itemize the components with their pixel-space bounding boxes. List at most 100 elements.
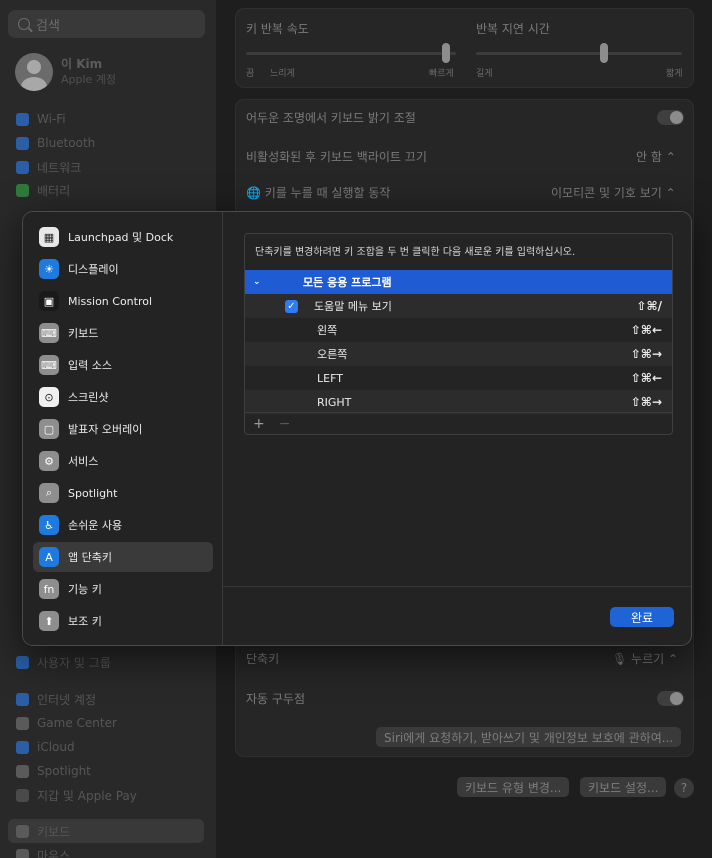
category-label: 앱 단축키 [68, 551, 112, 564]
category-label: 보조 키 [68, 615, 102, 628]
sidebar-item-label: Spotlight [37, 764, 91, 778]
siri-privacy-button[interactable]: Siri에게 요청하기, 받아쓰기 및 개인정보 보호에 관하여... [376, 727, 682, 747]
sidebar-item-label: 마우스 [37, 848, 71, 858]
sidebar-item[interactable]: Spotlight [16, 762, 91, 780]
sidebar-item[interactable]: Game Center [16, 714, 117, 732]
shortcut-keys[interactable]: ⇧⌘→ [631, 347, 662, 361]
category-item[interactable]: ⌨ 입력 소스 [33, 350, 213, 380]
repeat-delay-slider-knob[interactable] [599, 43, 608, 63]
category-item[interactable]: ▢ 발표자 오버레이 [33, 414, 213, 444]
shortcut-label: 도움말 메뉴 보기 [314, 300, 392, 313]
globe-key-label-row: 🌐 키를 누를 때 실행할 동작 [246, 184, 390, 201]
sidebar-item-icon [16, 788, 29, 802]
category-item[interactable]: ⬆ 보조 키 [33, 606, 213, 636]
sidebar-item-label: Game Center [37, 716, 117, 730]
remove-shortcut-button[interactable]: − [279, 416, 291, 432]
dictation-shortcut-popup[interactable]: 🎙 누르기 ⌃ [612, 650, 678, 667]
mission-control-icon: ▣ [39, 291, 59, 311]
category-label: 발표자 오버레이 [68, 423, 143, 436]
category-item[interactable]: ⚙ 서비스 [33, 446, 213, 476]
backlight-off-value: 안 함 [636, 150, 662, 164]
shortcut-keys[interactable]: ⇧⌘← [631, 323, 662, 337]
dictation-shortcut-value: 누르기 [631, 652, 665, 666]
search-field[interactable]: 검색 [8, 10, 205, 38]
sidebar-item[interactable]: iCloud [16, 738, 75, 756]
modifier-keys-icon: ⬆ [39, 611, 59, 631]
globe-key-popup[interactable]: 이모티콘 및 기호 보기 ⌃ [551, 184, 676, 201]
category-item[interactable]: ⌨ 키보드 [33, 318, 213, 348]
change-keyboard-type-button[interactable]: 키보드 유형 변경... [457, 777, 570, 797]
key-repeat-slider-knob[interactable] [441, 43, 450, 63]
category-item[interactable]: ⊙ 스크린샷 [33, 382, 213, 412]
user-name: 이 Kim [61, 57, 103, 71]
shortcut-label: RIGHT [317, 395, 352, 409]
backlight-label: 어두운 조명에서 키보드 밝기 조절 [246, 111, 416, 125]
sidebar-item-icon [16, 160, 29, 174]
category-label: Spotlight [68, 486, 118, 500]
category-item[interactable]: fn 기능 키 [33, 574, 213, 604]
sidebar-item-label: 키보드 [37, 824, 71, 839]
sidebar-item-label: 인터넷 계정 [37, 692, 97, 707]
globe-key-value: 이모티콘 및 기호 보기 [551, 186, 662, 200]
shortcut-row[interactable]: LEFT ⇧⌘← [245, 366, 672, 390]
help-button[interactable]: ? [674, 778, 694, 798]
backlight-off-label: 비활성화된 후 키보드 백라이트 끄기 [246, 150, 427, 164]
category-label: Launchpad 및 Dock [68, 231, 174, 244]
sidebar-item[interactable]: Wi-Fi [16, 110, 66, 128]
list-footer: + − [245, 412, 672, 434]
avatar[interactable] [15, 53, 53, 91]
category-item[interactable]: ☀ 디스플레이 [33, 254, 213, 284]
sidebar-item[interactable]: 키보드 [16, 822, 70, 840]
sidebar-item-icon [16, 764, 29, 778]
shortcut-row[interactable]: RIGHT ⇧⌘→ [245, 390, 672, 414]
sidebar-item-label: 네트워크 [37, 160, 82, 175]
sidebar-item[interactable]: 지갑 및 Apple Pay [16, 786, 137, 804]
search-icon [18, 18, 30, 30]
shortcut-row[interactable]: ✓ 도움말 메뉴 보기 ⇧⌘/ [245, 294, 672, 318]
key-repeat-title: 키 반복 속도 [246, 22, 309, 36]
category-item[interactable]: ♿ 손쉬운 사용 [33, 510, 213, 540]
sidebar-item-label: Bluetooth [37, 136, 96, 150]
spotlight-icon: ⌕ [39, 483, 59, 503]
sidebar-item-icon [16, 740, 29, 754]
repeat-delay-slider[interactable] [476, 52, 682, 55]
sidebar-item[interactable]: 배터리 [16, 181, 70, 199]
sidebar-item[interactable]: Bluetooth [16, 134, 95, 152]
key-repeat-slider[interactable] [246, 52, 456, 55]
sidebar-item[interactable]: 마우스 [16, 846, 70, 858]
sidebar-item-label: 지갑 및 Apple Pay [37, 788, 137, 803]
backlight-off-popup[interactable]: 안 함 ⌃ [636, 148, 676, 165]
sidebar-item-icon [16, 655, 29, 669]
category-item[interactable]: ▣ Mission Control [33, 286, 213, 316]
shortcut-keys[interactable]: ⇧⌘→ [631, 395, 662, 409]
dictation-shortcut-label: 단축키 [246, 652, 280, 666]
shortcut-keys[interactable]: ⇧⌘/ [636, 299, 662, 313]
shortcut-row[interactable]: 왼쪽 ⇧⌘← [245, 318, 672, 342]
sidebar-item[interactable]: 인터넷 계정 [16, 690, 96, 708]
sidebar-item[interactable]: 네트워크 [16, 158, 81, 176]
sidebar-item-label: 배터리 [37, 183, 71, 198]
display-icon: ☀ [39, 259, 59, 279]
sidebar-item[interactable]: 사용자 및 그룹 [16, 653, 111, 671]
sheet-footer-divider [223, 586, 691, 587]
sidebar-item-label: Wi-Fi [37, 112, 66, 126]
category-item[interactable]: ⌕ Spotlight [33, 478, 213, 508]
shortcut-row[interactable]: 오른쪽 ⇧⌘→ [245, 342, 672, 366]
shortcut-keys[interactable]: ⇧⌘← [631, 371, 662, 385]
auto-punctuation-toggle[interactable] [657, 691, 684, 706]
microphone-icon: 🎙 [612, 652, 628, 666]
keyboard-setup-button[interactable]: 키보드 설정... [580, 777, 667, 797]
auto-punctuation-label: 자동 구두점 [246, 692, 306, 706]
category-item[interactable]: ▦ Launchpad 및 Dock [33, 222, 213, 252]
checkbox[interactable]: ✓ [285, 299, 298, 313]
tree-group-row[interactable]: ⌄ 모든 응용 프로그램 [245, 270, 672, 294]
category-item[interactable]: A 앱 단축키 [33, 542, 213, 572]
backlight-toggle[interactable] [657, 110, 684, 125]
delay-label-short: 짧게 [666, 69, 683, 79]
chevron-down-icon[interactable]: ⌄ [253, 277, 261, 287]
shortcut-detail-pane: 단축키를 변경하려면 키 조합을 두 번 클릭한 다음 새로운 키를 입력하십시… [223, 212, 691, 645]
shortcut-label: LEFT [317, 371, 343, 385]
done-button[interactable]: 완료 [610, 607, 674, 627]
shortcut-list-box: 단축키를 변경하려면 키 조합을 두 번 클릭한 다음 새로운 키를 입력하십시… [244, 233, 673, 435]
add-shortcut-button[interactable]: + [253, 416, 265, 432]
